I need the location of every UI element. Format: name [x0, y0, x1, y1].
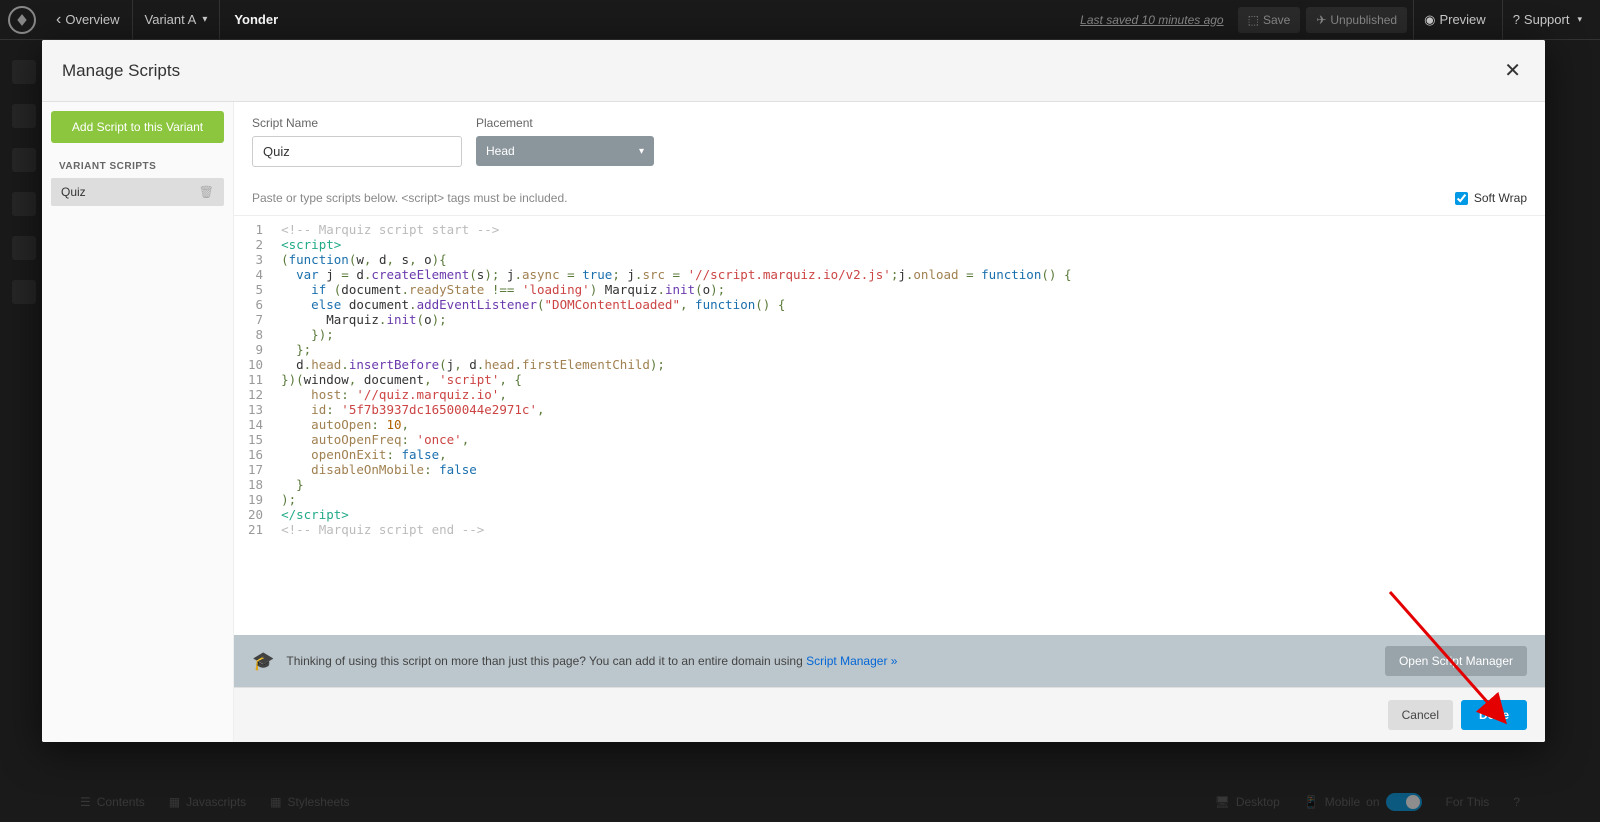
page-title: Yonder [220, 12, 292, 27]
code-content[interactable]: <!-- Marquiz script start --> <script> (… [271, 216, 1545, 635]
app-logo-icon[interactable] [8, 6, 36, 34]
overview-link[interactable]: Overview [44, 0, 133, 40]
script-manager-link[interactable]: Script Manager » [806, 654, 897, 668]
script-name-label: Script Name [252, 116, 462, 130]
manage-scripts-modal: Manage Scripts ✕ Add Script to this Vari… [42, 40, 1545, 742]
softwrap-toggle[interactable]: Soft Wrap [1455, 191, 1527, 205]
trash-icon[interactable]: 🗑 [199, 185, 214, 199]
code-gutter: 123456789101112131415161718192021 [234, 216, 271, 635]
last-saved-text: Last saved 10 minutes ago [1080, 13, 1223, 27]
bg-javascripts[interactable]: ▦ Javascripts [169, 795, 246, 809]
bg-contents[interactable]: ☰ Contents [80, 795, 145, 809]
bg-for-this: For This [1446, 795, 1490, 809]
add-script-button[interactable]: Add Script to this Variant [51, 111, 224, 143]
sidebar-section-title: VARIANT SCRIPTS [51, 155, 224, 178]
open-script-manager-button[interactable]: Open Script Manager [1385, 646, 1527, 676]
support-link[interactable]: ?Support▾ [1502, 0, 1592, 40]
save-button[interactable]: ⬚Save [1238, 7, 1301, 33]
script-list-item[interactable]: Quiz 🗑 [51, 178, 224, 206]
bg-left-rail [0, 60, 48, 304]
bg-help-icon[interactable]: ? [1513, 795, 1520, 809]
modal-main: Script Name Placement Head Paste or type… [234, 102, 1545, 742]
bg-bottom-bar: ☰ Contents ▦ Javascripts ▦ Stylesheets 🖥… [0, 782, 1600, 822]
modal-sidebar: Add Script to this Variant VARIANT SCRIP… [42, 102, 234, 742]
modal-header: Manage Scripts ✕ [42, 40, 1545, 102]
modal-title: Manage Scripts [62, 61, 180, 81]
paste-hint: Paste or type scripts below. <script> ta… [252, 191, 568, 205]
cancel-button[interactable]: Cancel [1388, 700, 1453, 730]
softwrap-checkbox[interactable] [1455, 192, 1468, 205]
graduation-cap-icon: 🎓 [252, 651, 274, 672]
code-editor[interactable]: 123456789101112131415161718192021 <!-- M… [234, 216, 1545, 635]
bg-mobile[interactable]: 📱 Mobile on [1304, 793, 1422, 811]
top-toolbar: Overview Variant A Yonder Last saved 10 … [0, 0, 1600, 40]
preview-link[interactable]: ◉Preview [1413, 0, 1496, 40]
script-name-input[interactable] [252, 136, 462, 167]
modal-footer: Cancel Done [234, 687, 1545, 742]
close-icon[interactable]: ✕ [1500, 54, 1525, 87]
info-text: Thinking of using this script on more th… [286, 654, 897, 668]
bg-desktop[interactable]: 🖥 Desktop [1215, 795, 1280, 809]
done-button[interactable]: Done [1461, 700, 1527, 730]
bg-stylesheets[interactable]: ▦ Stylesheets [270, 795, 349, 809]
placement-select[interactable]: Head [476, 136, 654, 166]
script-item-name: Quiz [61, 185, 86, 199]
info-bar: 🎓 Thinking of using this script on more … [234, 635, 1545, 687]
unpublished-button[interactable]: ✈Unpublished [1306, 7, 1407, 33]
variant-selector[interactable]: Variant A [133, 0, 221, 40]
placement-label: Placement [476, 116, 654, 130]
mobile-toggle[interactable] [1386, 793, 1422, 811]
